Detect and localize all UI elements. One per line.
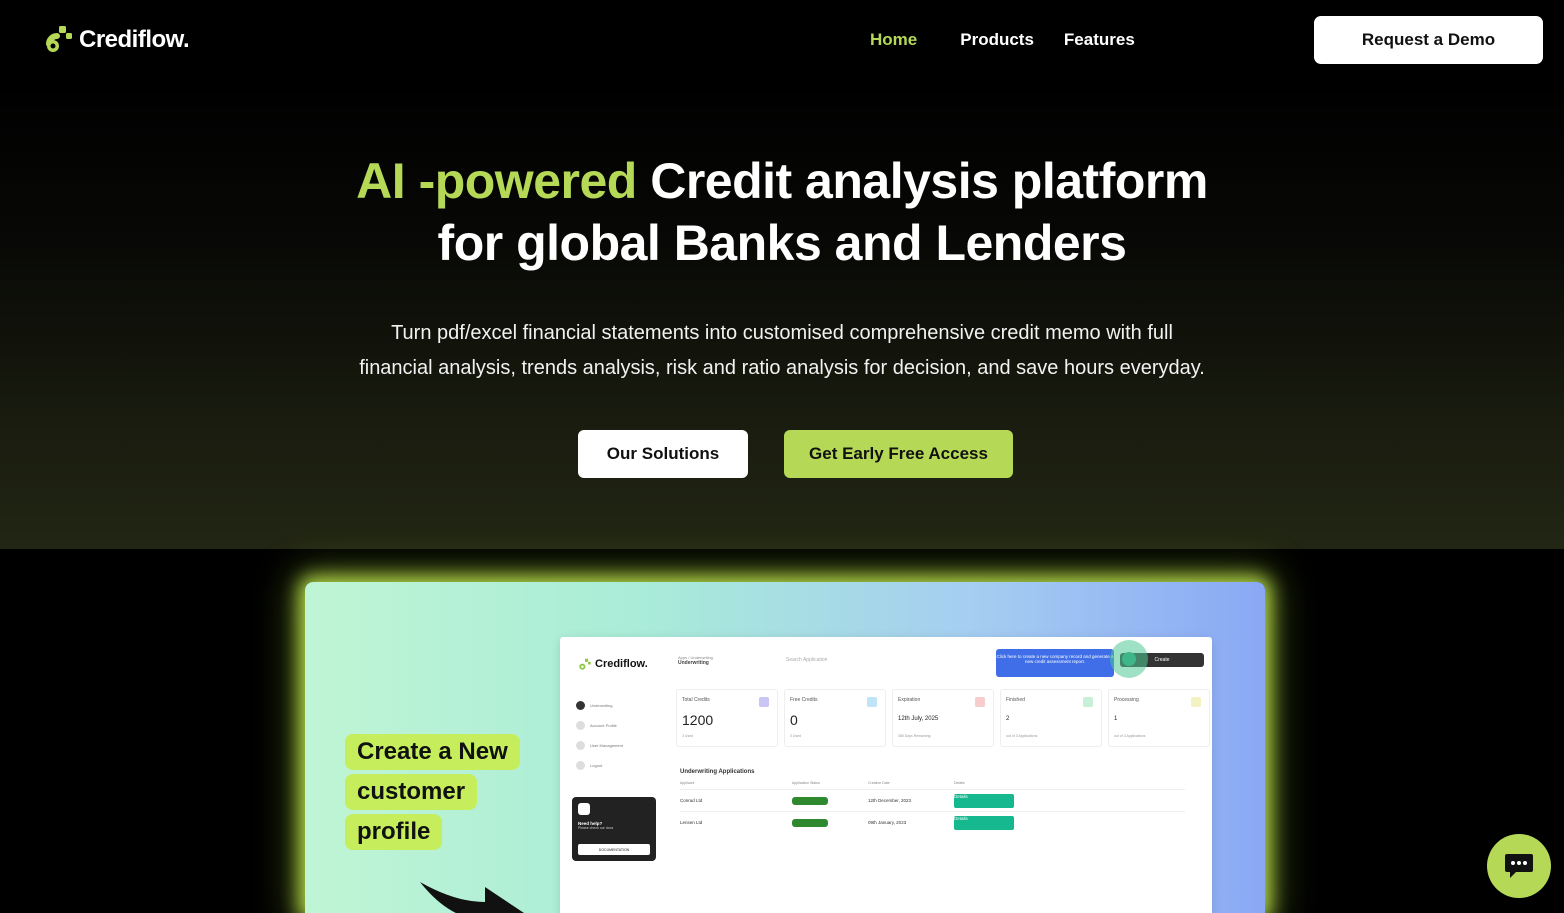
stat-card-value: 0 bbox=[790, 712, 798, 728]
stat-card: Total Credits 1200 3 Used bbox=[676, 689, 778, 747]
chat-bubble-icon bbox=[1505, 854, 1533, 878]
stat-card-sub: out of 3 Applications bbox=[1114, 734, 1146, 738]
table-row[interactable]: Lensen Ltd 09th January, 2023 Details bbox=[680, 811, 1185, 833]
stat-card-title: Free Credits bbox=[790, 697, 818, 703]
stat-card: Processing 1 out of 3 Applications bbox=[1108, 689, 1210, 747]
request-demo-button[interactable]: Request a Demo bbox=[1314, 16, 1543, 64]
mock-column-header: Details bbox=[954, 781, 965, 785]
status-badge bbox=[792, 796, 868, 805]
details-button[interactable]: Details bbox=[954, 793, 1014, 808]
stat-card-title: Total Credits bbox=[682, 697, 710, 703]
chat-widget-button[interactable] bbox=[1487, 834, 1551, 898]
hero-title: AI -powered Credit analysis platform for… bbox=[0, 150, 1564, 274]
mock-help-card: Need help? Please check our docs DOCUMEN… bbox=[572, 797, 656, 861]
mock-help-text: Please check our docs bbox=[578, 826, 614, 830]
stat-card-title: Processing bbox=[1114, 697, 1139, 703]
mock-sidebar-label: Logout bbox=[590, 762, 603, 768]
mock-sidebar-label: Underwriting bbox=[590, 702, 613, 708]
mock-breadcrumb: Apps / Underwriting Underwriting bbox=[678, 655, 713, 666]
hero-subtitle-line1: Turn pdf/excel financial statements into… bbox=[391, 322, 1173, 344]
mock-sidebar: Underwriting Account Profile User Manage… bbox=[576, 695, 623, 775]
mock-logo: Crediflow. bbox=[578, 657, 648, 671]
nav-links: Home Products Features bbox=[870, 30, 1135, 50]
mock-stat-cards: Total Credits 1200 3 Used Free Credits 0… bbox=[676, 689, 1210, 747]
applicant-name: Conrad Ltd bbox=[680, 798, 703, 803]
mock-sidebar-item[interactable]: Underwriting bbox=[576, 695, 623, 715]
hero-subtitle-line2: financial analysis, trends analysis, ris… bbox=[359, 357, 1205, 379]
nav-link-features[interactable]: Features bbox=[1064, 30, 1135, 50]
hero-title-line2: for global Banks and Lenders bbox=[437, 215, 1127, 271]
hero-title-accent: AI -powered bbox=[356, 153, 637, 209]
mock-column-header: Creation Date bbox=[868, 781, 890, 785]
callout-line-3: profile bbox=[345, 814, 443, 850]
mock-column-header: Applicant bbox=[680, 781, 695, 785]
mock-table-header: Applicant Application Status Creation Da… bbox=[680, 781, 1185, 785]
get-early-access-button[interactable]: Get Early Free Access bbox=[784, 430, 1013, 478]
users-icon bbox=[576, 740, 585, 750]
brand-logo[interactable]: Crediflow. bbox=[43, 22, 190, 58]
hero-section: AI -powered Credit analysis platform for… bbox=[0, 82, 1564, 549]
table-row[interactable]: Conrad Ltd 12th December, 2023 Details bbox=[680, 789, 1185, 811]
mock-table-heading: Underwriting Applications bbox=[680, 769, 755, 775]
home-icon bbox=[576, 700, 585, 710]
mock-search-input[interactable]: Search Application bbox=[786, 657, 827, 663]
stat-card: Finished 2 out of 3 Applications bbox=[1000, 689, 1102, 747]
status-badge bbox=[792, 818, 868, 827]
stat-card-sub: 0 Used bbox=[790, 734, 802, 738]
stat-card-sub: out of 3 Applications bbox=[1006, 734, 1038, 738]
stat-card-icon bbox=[1083, 697, 1093, 707]
mock-brand-name: Crediflow. bbox=[595, 658, 648, 670]
mock-sidebar-item[interactable]: Account Profile bbox=[576, 715, 623, 735]
status-pill bbox=[792, 796, 828, 805]
stat-card-value: 2 bbox=[1006, 716, 1010, 722]
hero-title-rest: Credit analysis platform bbox=[636, 153, 1208, 209]
mock-sidebar-label: Account Profile bbox=[590, 722, 617, 728]
stat-card-icon bbox=[975, 697, 985, 707]
mock-sidebar-item[interactable]: User Management bbox=[576, 735, 623, 755]
brand-name: Crediflow. bbox=[79, 26, 190, 53]
mock-page-title: Underwriting bbox=[678, 660, 709, 666]
user-icon bbox=[576, 720, 585, 730]
nav-link-home[interactable]: Home bbox=[870, 30, 917, 50]
logout-icon bbox=[576, 760, 585, 770]
applicant-name: Lensen Ltd bbox=[680, 820, 703, 825]
callout-line-1: Create a New bbox=[345, 734, 520, 770]
app-mockup: Crediflow. Apps / Underwriting Underwrit… bbox=[560, 637, 1212, 913]
click-indicator bbox=[1110, 640, 1148, 678]
mock-documentation-button[interactable]: DOCUMENTATION bbox=[578, 844, 650, 855]
details-button[interactable]: Details bbox=[954, 815, 1014, 830]
nav-link-products[interactable]: Products bbox=[960, 30, 1034, 50]
status-pill bbox=[792, 818, 828, 827]
stat-card-icon bbox=[867, 697, 877, 707]
stat-card: Expiration 12th July, 2025 365 Days Rema… bbox=[892, 689, 994, 747]
our-solutions-button[interactable]: Our Solutions bbox=[578, 430, 748, 478]
top-nav: Crediflow. Home Products Features Reques… bbox=[0, 0, 1564, 82]
mock-sidebar-label: User Management bbox=[590, 742, 623, 748]
help-icon bbox=[578, 803, 590, 815]
stat-card-value: 1 bbox=[1114, 716, 1118, 722]
crediflow-logo-icon bbox=[46, 26, 72, 52]
stat-card-icon bbox=[759, 697, 769, 707]
crediflow-logo-icon bbox=[579, 658, 591, 670]
stat-card-icon bbox=[1191, 697, 1201, 707]
mock-column-header: Application Status bbox=[792, 781, 821, 785]
product-showcase: Create a New customer profile Crediflow.… bbox=[305, 582, 1265, 913]
creation-date: 09th January, 2023 bbox=[868, 820, 907, 825]
stat-card: Free Credits 0 0 Used bbox=[784, 689, 886, 747]
creation-date: 12th December, 2023 bbox=[868, 798, 912, 803]
stat-card-title: Expiration bbox=[898, 697, 921, 703]
stat-card-title: Finished bbox=[1006, 697, 1025, 703]
callout-line-2: customer bbox=[345, 774, 478, 810]
hero-subtitle: Turn pdf/excel financial statements into… bbox=[0, 316, 1564, 386]
mock-sidebar-item[interactable]: Logout bbox=[576, 755, 623, 775]
mock-tooltip: Click here to create a new company recor… bbox=[996, 649, 1114, 677]
stat-card-sub: 3 Used bbox=[682, 734, 694, 738]
stat-card-sub: 365 Days Remaining bbox=[898, 734, 931, 738]
curved-arrow-icon bbox=[420, 882, 524, 913]
stat-card-value: 12th July, 2025 bbox=[898, 716, 939, 722]
stat-card-value: 1200 bbox=[682, 712, 714, 728]
mock-applications-table: Underwriting Applications Applicant Appl… bbox=[680, 769, 1185, 833]
